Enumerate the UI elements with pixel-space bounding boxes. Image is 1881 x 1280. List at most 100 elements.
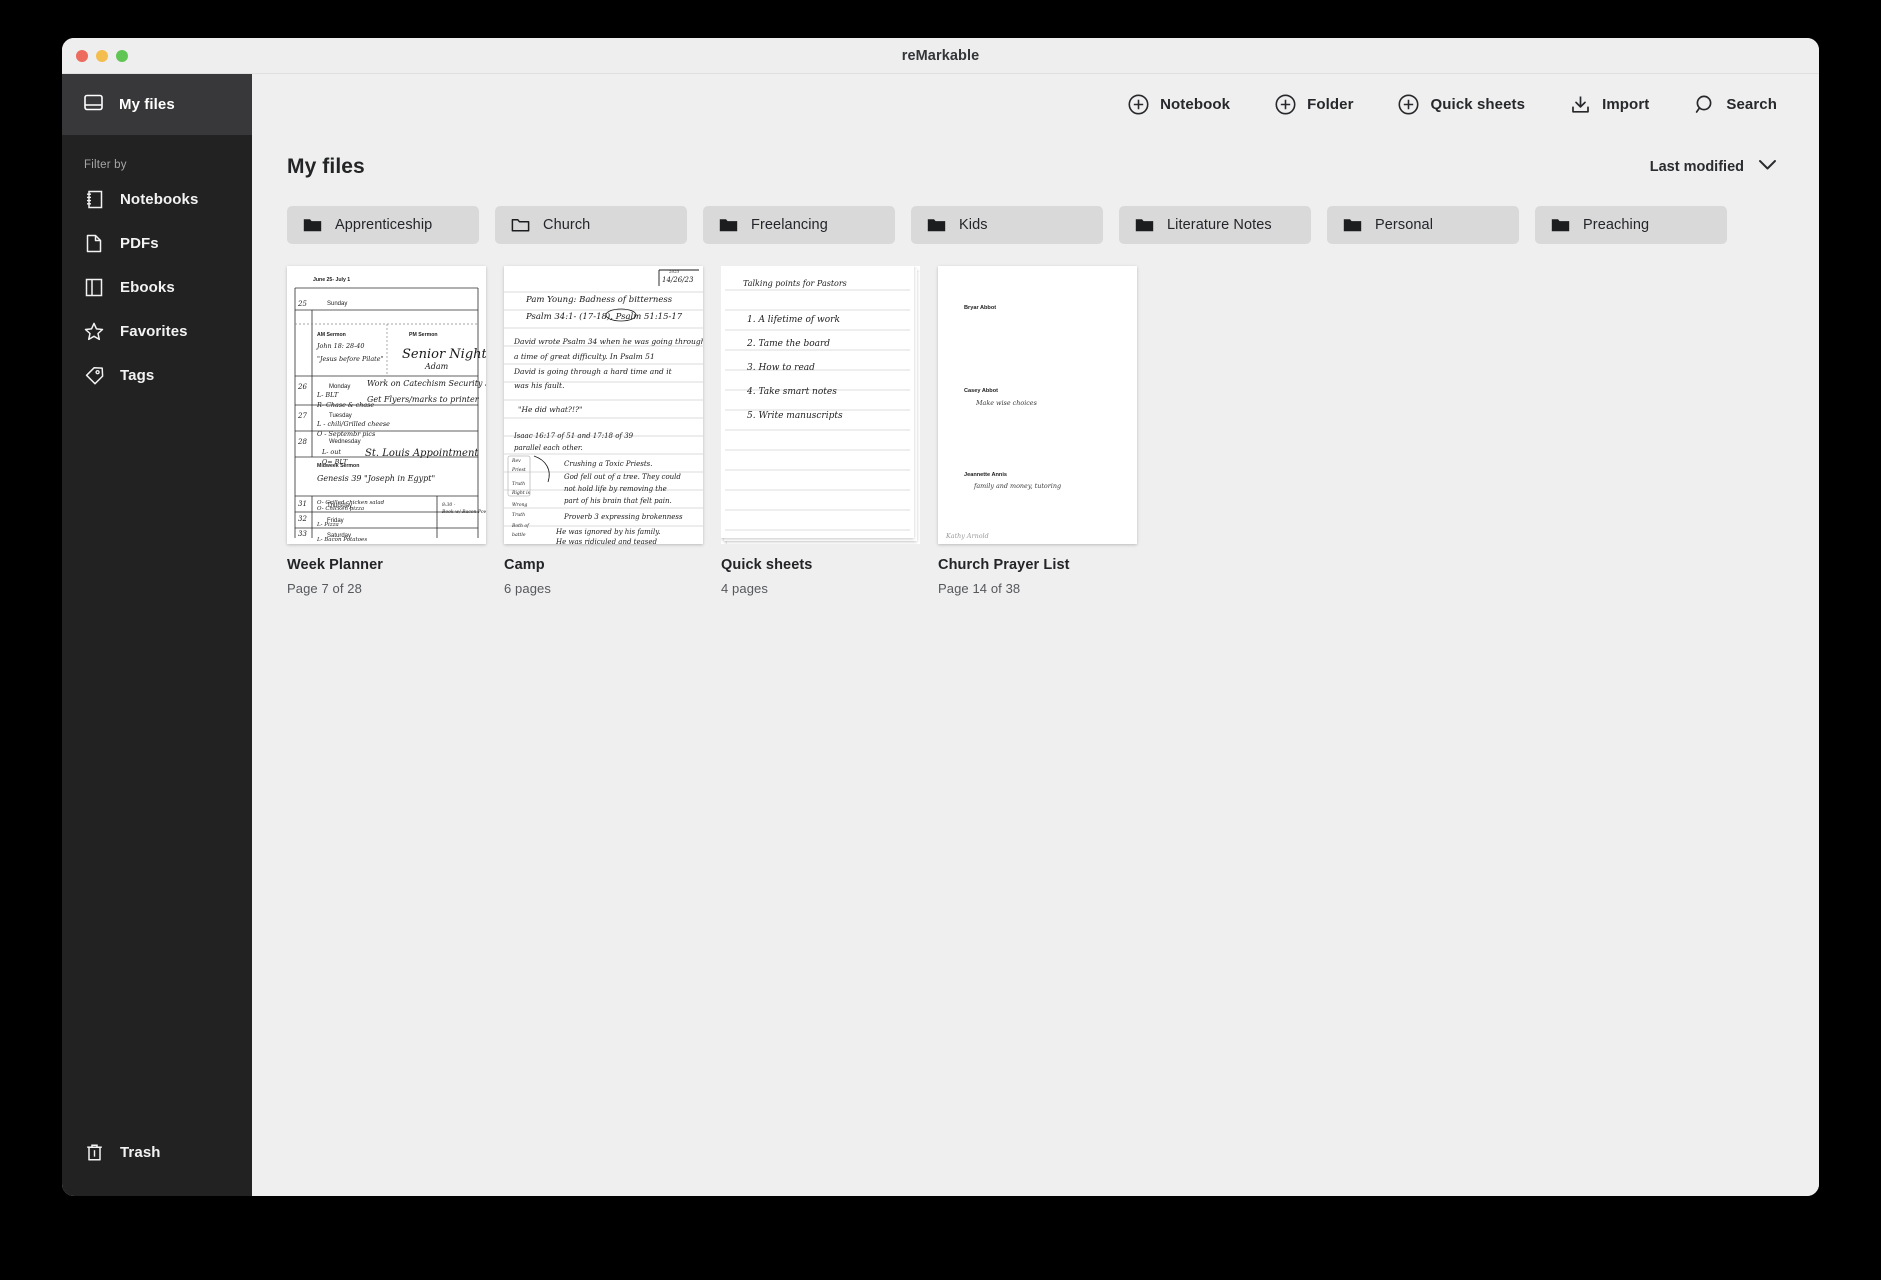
folder-filled-icon [927,217,946,233]
svg-text:Make wise choices: Make wise choices [975,399,1038,407]
pdf-file-icon [84,233,104,253]
svg-text:L- Pizza: L- Pizza [316,522,339,528]
svg-text:Talking points for Pastors: Talking points for Pastors [743,279,847,288]
svg-text:L- BLT: L- BLT [316,391,339,399]
document-card[interactable]: Talking points for Pastors 1. A lifetime… [721,266,920,596]
document-meta: 6 pages [504,581,551,596]
window-title: reMarkable [901,47,980,64]
sidebar-item-trash[interactable]: Trash [62,1130,252,1174]
sidebar-item-favorites[interactable]: Favorites [62,309,252,353]
sidebar-label-pdfs: PDFs [120,234,159,252]
sidebar-item-pdfs[interactable]: PDFs [62,221,252,265]
sidebar-label-notebooks: Notebooks [120,190,199,208]
svg-text:5. Write manuscripts: 5. Write manuscripts [747,411,843,421]
svg-text:Priest: Priest [511,467,526,473]
new-folder-label: Folder [1307,96,1354,113]
folder-filled-icon [1343,217,1362,233]
folder-item[interactable]: Freelancing [703,206,895,244]
sidebar-item-tags[interactable]: Tags [62,353,252,397]
folder-item[interactable]: Literature Notes [1119,206,1311,244]
folder-row: Apprenticeship Church Freelancing Kids L… [252,179,1819,244]
document-thumbnail-quick-sheets[interactable]: Talking points for Pastors 1. A lifetime… [721,266,920,544]
svg-text:St. Louis Appointment: St. Louis Appointment [365,448,479,459]
svg-text:David is going through a hard: David is going through a hard time and i… [513,367,673,376]
star-icon [84,321,104,341]
svg-text:4. Take smart notes: 4. Take smart notes [746,387,837,397]
svg-text:"Jesus before Pilate": "Jesus before Pilate" [317,355,383,363]
svg-text:Adam: Adam [424,362,449,371]
svg-text:L- out: L- out [321,448,341,456]
document-thumbnail-prayer-list[interactable]: Bryar Abbot Casey Abbot Jeannette Annis … [938,266,1137,544]
plus-circle-icon [1127,94,1149,116]
sidebar-label-tags: Tags [120,366,155,384]
svg-text:Pam Young: Badness of bitterne: Pam Young: Badness of bitterness [525,295,673,305]
content-area: Notebook Folder Quick sheets Import Sear… [252,74,1819,1196]
document-card[interactable]: 14/26/23 2023 Pam Young: Badness of bitt… [504,266,703,596]
document-thumbnail-week-planner[interactable]: June 25- July 1 AM Sermon PM Sermon Midw… [287,266,486,544]
svg-text:Truth: Truth [512,481,525,487]
new-notebook-button[interactable]: Notebook [1127,94,1230,116]
svg-text:Sunday: Sunday [327,301,347,307]
svg-text:Jeannette Annis: Jeannette Annis [964,472,1007,478]
folder-item[interactable]: Apprenticeship [287,206,479,244]
folder-item[interactable]: Church [495,206,687,244]
folder-item[interactable]: Personal [1327,206,1519,244]
import-button[interactable]: Import [1569,94,1649,116]
svg-text:AM Sermon: AM Sermon [317,332,346,338]
sidebar-my-files-label: My files [119,96,175,113]
svg-text:John 18: 28-40: John 18: 28-40 [315,342,364,350]
import-download-icon [1569,94,1591,116]
svg-text:PM Sermon: PM Sermon [409,332,438,338]
svg-text:June 25- July 1: June 25- July 1 [313,277,350,283]
new-quick-sheets-button[interactable]: Quick sheets [1398,94,1526,116]
svg-text:28: 28 [297,438,307,446]
svg-text:Kathy Arnold: Kathy Arnold [945,532,989,540]
document-meta: Page 14 of 38 [938,581,1021,596]
svg-text:Casey Abbot: Casey Abbot [964,388,998,394]
new-folder-button[interactable]: Folder [1274,94,1353,116]
sidebar-item-ebooks[interactable]: Ebooks [62,265,252,309]
app-window: reMarkable My files Filter by Notebooks … [62,38,1819,1196]
svg-text:Crushing a Toxic Priests.: Crushing a Toxic Priests. [564,460,653,468]
page-title: My files [287,155,365,178]
sidebar-filter-heading: Filter by [84,159,127,171]
sidebar-label-favorites: Favorites [120,322,188,340]
import-label: Import [1602,96,1650,113]
tag-icon [84,365,104,385]
svg-text:He was ridiculed and teased: He was ridiculed and teased [555,538,658,544]
folder-item[interactable]: Kids [911,206,1103,244]
stack-sheet-front: Talking points for Pastors 1. A lifetime… [721,266,914,538]
folder-item[interactable]: Preaching [1535,206,1727,244]
sidebar-item-my-files[interactable]: My files [62,74,252,135]
svg-text:Psalm 34:1- (17-18), Psalm 51:: Psalm 34:1- (17-18), Psalm 51:15-17 [525,311,683,322]
document-thumbnail-camp[interactable]: 14/26/23 2023 Pam Young: Badness of bitt… [504,266,703,544]
folder-filled-icon [719,217,738,233]
document-grid: June 25- July 1 AM Sermon PM Sermon Midw… [252,244,1819,596]
folder-filled-icon [1135,217,1154,233]
document-card[interactable]: Bryar Abbot Casey Abbot Jeannette Annis … [938,266,1137,596]
search-label: Search [1726,96,1777,113]
plus-circle-icon [1398,94,1420,116]
svg-text:32: 32 [298,515,307,523]
svg-text:Rev: Rev [511,458,521,464]
folder-name: Kids [959,217,988,233]
svg-text:Isaac 16:17 of 51 and 17:18 of: Isaac 16:17 of 51 and 17:18 of 39 [513,432,634,440]
svg-text:"He did what?!?": "He did what?!?" [518,405,582,414]
svg-text:family and money, tutoring: family and money, tutoring [973,482,1061,490]
sidebar-label-ebooks: Ebooks [120,278,175,296]
svg-text:Wednesday: Wednesday [329,439,361,445]
folder-name: Freelancing [751,217,828,233]
sidebar-item-notebooks[interactable]: Notebooks [62,177,252,221]
search-button[interactable]: Search [1693,94,1777,116]
svg-text:25: 25 [297,300,307,308]
sort-dropdown[interactable]: Last modified [1650,159,1777,175]
top-toolbar: Notebook Folder Quick sheets Import Sear… [252,74,1819,135]
new-notebook-label: Notebook [1160,96,1231,113]
svg-text:3. How to read: 3. How to read [747,363,815,373]
svg-text:33: 33 [298,530,307,538]
document-card[interactable]: June 25- July 1 AM Sermon PM Sermon Midw… [287,266,486,596]
sidebar-bottom: Trash [62,1130,252,1196]
new-quick-sheets-label: Quick sheets [1430,96,1526,113]
svg-text:God fell out of a tree. They c: God fell out of a tree. They could [564,473,681,481]
